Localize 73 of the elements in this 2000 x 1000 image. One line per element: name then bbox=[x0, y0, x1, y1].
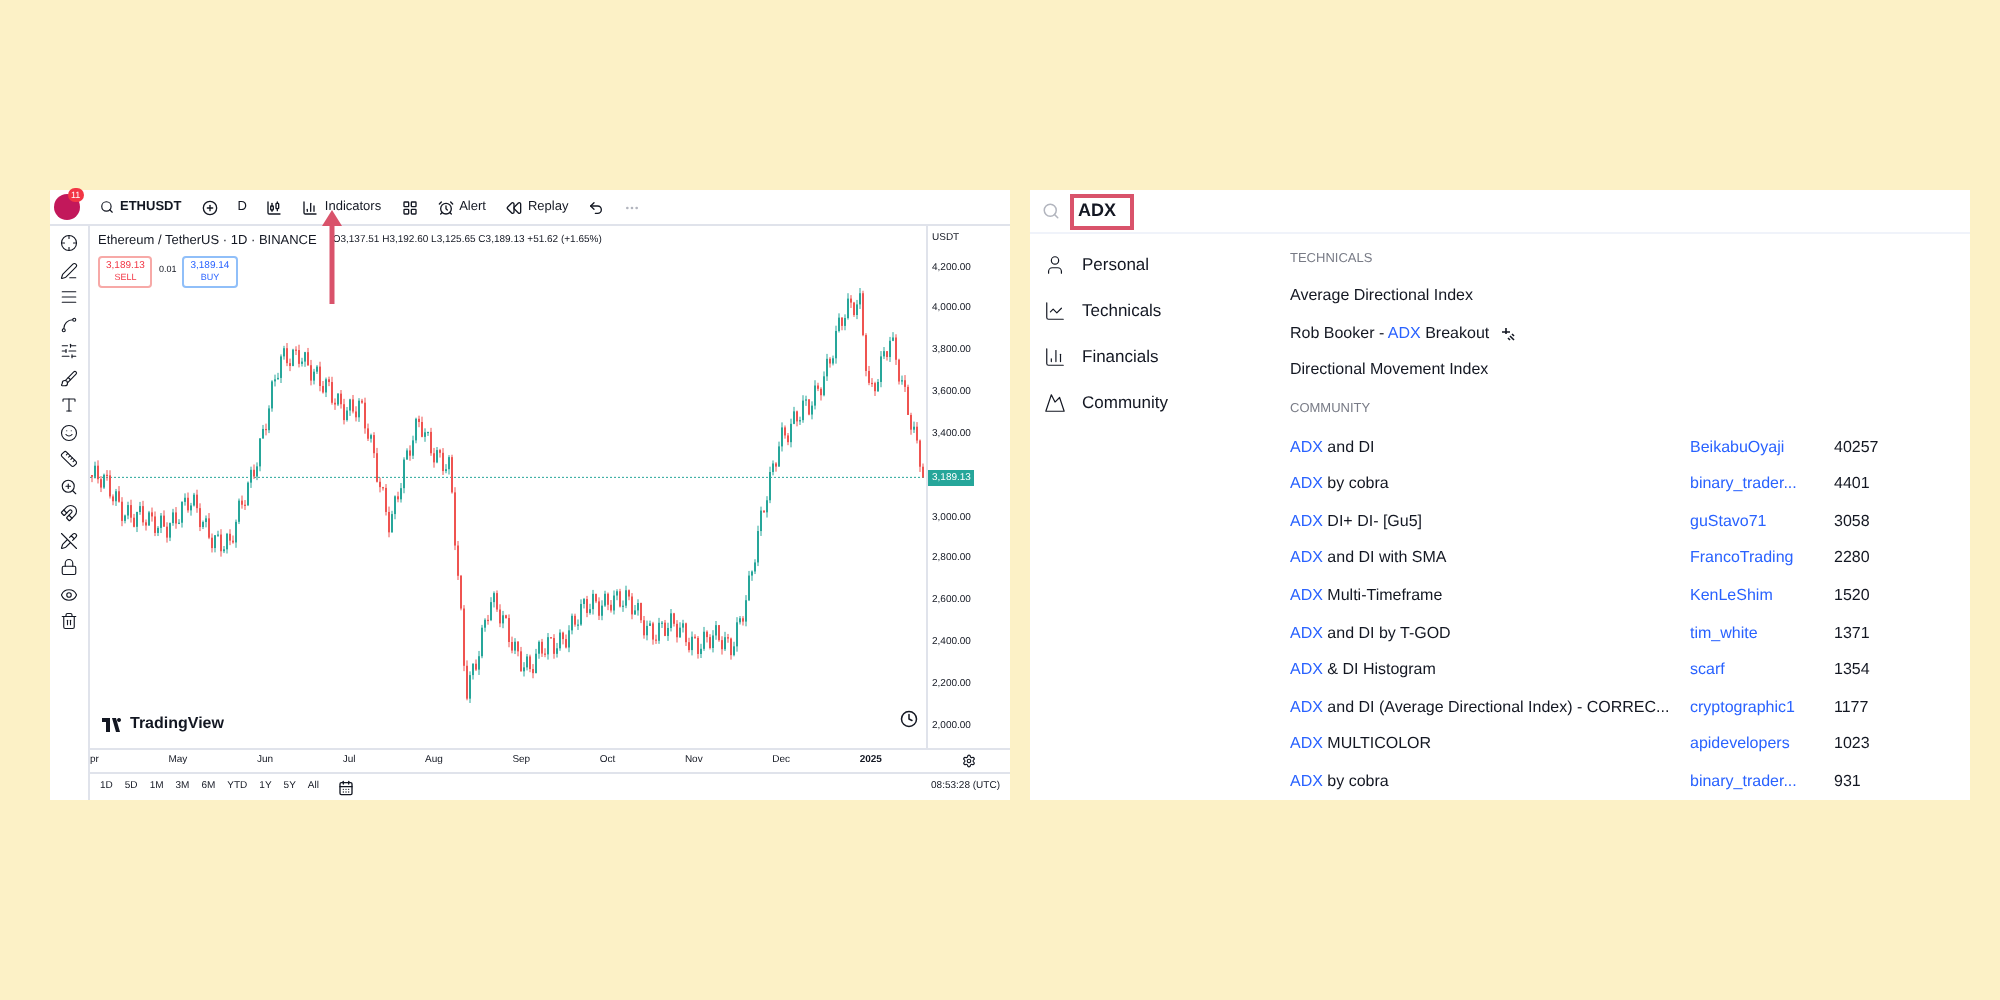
rewind-icon bbox=[505, 199, 522, 215]
category-item[interactable]: Financials bbox=[1044, 338, 1290, 374]
indicators-icon bbox=[302, 199, 319, 215]
likes-count: 1023 bbox=[1834, 732, 1870, 757]
script-item[interactable]: ADX MULTICOLOR bbox=[1290, 734, 1432, 753]
zoom-in-icon[interactable] bbox=[60, 477, 78, 495]
add-icon[interactable] bbox=[201, 199, 218, 215]
avatar[interactable] bbox=[54, 194, 80, 220]
search-icon bbox=[100, 200, 114, 214]
author-link[interactable]: binary_trader... bbox=[1690, 769, 1834, 794]
search-icon bbox=[1042, 202, 1060, 220]
likes-count: 40257 bbox=[1834, 435, 1879, 460]
likes-count: 1177 bbox=[1834, 695, 1869, 720]
likes-count: 1371 bbox=[1834, 621, 1870, 645]
indicator-item[interactable]: Directional Movement Index bbox=[1290, 358, 1489, 383]
script-item[interactable]: ADX and DI (Average Directional Index) - CORREC... bbox=[1290, 697, 1670, 716]
author-link[interactable]: apidevelopers bbox=[1690, 732, 1834, 757]
likes-count: 2280 bbox=[1834, 546, 1870, 571]
author-link[interactable]: guStavo71 bbox=[1690, 509, 1834, 534]
script-item[interactable]: ADX and DI by T-GOD bbox=[1290, 623, 1451, 641]
sliders-icon[interactable] bbox=[60, 342, 78, 360]
author-link[interactable]: scarf bbox=[1690, 658, 1834, 683]
script-icon bbox=[1499, 325, 1516, 342]
ruler-icon[interactable] bbox=[60, 450, 78, 468]
person-icon bbox=[1044, 253, 1066, 275]
author-link[interactable]: tim_white bbox=[1690, 621, 1834, 645]
script-item[interactable]: ADX DI+ DI- [Gu5] bbox=[1290, 511, 1423, 530]
author-link[interactable]: FrancoTrading bbox=[1690, 546, 1834, 571]
category-item[interactable]: Personal bbox=[1044, 246, 1290, 282]
lines-icon[interactable] bbox=[60, 288, 78, 306]
category-item[interactable]: Technicals bbox=[1044, 292, 1290, 328]
line-tool-icon[interactable] bbox=[60, 261, 78, 279]
indicator-item[interactable]: Rob Booker - ADX Breakout bbox=[1290, 321, 1490, 346]
search-field[interactable]: ADX bbox=[1070, 193, 1134, 229]
script-item[interactable]: ADX and DI bbox=[1290, 437, 1375, 456]
likes-count: 4401 bbox=[1834, 472, 1870, 497]
calendar-icon[interactable] bbox=[338, 779, 355, 795]
likes-count: 931 bbox=[1834, 769, 1861, 794]
bar-chart-icon bbox=[1044, 345, 1066, 367]
script-item[interactable]: ADX by cobra bbox=[1290, 474, 1389, 493]
logo-text: TradingView bbox=[130, 712, 224, 736]
mountain-icon bbox=[1044, 391, 1066, 413]
script-item[interactable]: ADX Multi-Timeframe bbox=[1290, 585, 1443, 604]
candles-icon[interactable] bbox=[266, 199, 283, 215]
likes-count: 1520 bbox=[1834, 583, 1870, 608]
author-link[interactable]: cryptographic1 bbox=[1690, 695, 1834, 720]
indicator-item[interactable]: Average Directional Index bbox=[1290, 284, 1473, 309]
pencil-off-icon[interactable] bbox=[60, 531, 78, 549]
trash-icon[interactable] bbox=[60, 612, 78, 630]
logo-icon bbox=[102, 717, 124, 731]
author-link[interactable]: BeikabuOyaji bbox=[1690, 435, 1834, 460]
undo-icon[interactable] bbox=[588, 199, 605, 215]
author-link[interactable]: binary_trader... bbox=[1690, 472, 1834, 497]
author-link[interactable]: KenLeShim bbox=[1690, 583, 1834, 608]
lock-icon[interactable] bbox=[60, 558, 78, 576]
alarm-icon bbox=[437, 199, 454, 215]
magnet-icon[interactable] bbox=[60, 504, 78, 522]
script-item[interactable]: ADX by cobra bbox=[1290, 771, 1389, 790]
eye-icon[interactable] bbox=[60, 585, 78, 603]
script-item[interactable]: ADX and DI with SMA bbox=[1290, 548, 1447, 567]
text-tool-icon[interactable] bbox=[60, 396, 78, 414]
smiley-icon[interactable] bbox=[60, 423, 78, 441]
likes-count: 1354 bbox=[1834, 658, 1870, 683]
clock-icon[interactable] bbox=[900, 710, 918, 728]
settings-icon[interactable] bbox=[961, 754, 975, 768]
category-item[interactable]: Community bbox=[1044, 384, 1290, 420]
crosshair-icon[interactable] bbox=[60, 234, 78, 252]
pattern-icon[interactable] bbox=[60, 315, 78, 333]
script-item[interactable]: ADX & DI Histogram bbox=[1290, 660, 1436, 679]
likes-count: 3058 bbox=[1834, 509, 1870, 534]
line-chart-icon bbox=[1044, 299, 1066, 321]
layout-icon[interactable] bbox=[401, 199, 418, 215]
brush-icon[interactable] bbox=[60, 369, 78, 387]
